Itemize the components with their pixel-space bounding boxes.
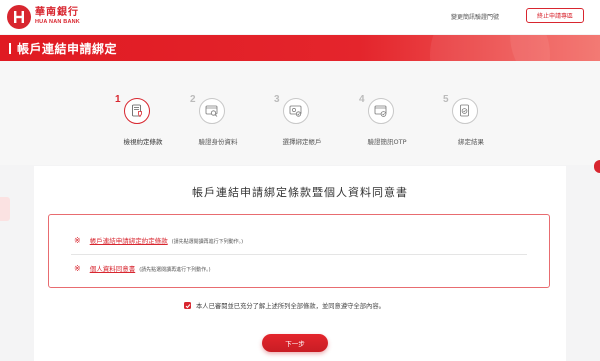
- bank-logo-icon: [7, 5, 31, 29]
- logo-chinese-name: 華南銀行: [35, 7, 79, 19]
- side-decoration: [0, 197, 10, 221]
- term-item: ※ 帳戶連結申請綁定約定條款 (請先點選閱讀再進行下列動作。): [74, 235, 243, 245]
- next-step-button[interactable]: 下一步: [262, 334, 328, 352]
- asterisk-mark-icon: ※: [74, 236, 81, 245]
- personal-data-consent-link[interactable]: 個人資料同意書: [90, 263, 136, 273]
- terms-box: ※ 帳戶連結申請綁定約定條款 (請先點選閱讀再進行下列動作。) ※ 個人資料同意…: [48, 214, 550, 288]
- step-2: 2 驗證身份資料: [178, 94, 258, 154]
- account-select-icon: [283, 98, 309, 124]
- banner-accent-bar: [9, 43, 11, 54]
- step-number: 4: [359, 94, 365, 105]
- page-title-banner: 帳戶連結申請綁定: [0, 35, 600, 61]
- term-note: (請先點選閱讀再進行下列動作。): [171, 239, 244, 245]
- agree-label: 本人已審閱並已充分了解上述所列全部條款，並同意遵守全部內容。: [196, 303, 385, 310]
- side-tab-handle[interactable]: [594, 160, 600, 173]
- hua-nan-bank-logo[interactable]: 華南銀行 HUA NAN BANK: [7, 5, 80, 29]
- step-3: 3 選擇綁定帳戶: [262, 94, 342, 154]
- logo-english-name: HUA NAN BANK: [35, 19, 80, 26]
- page-title: 帳戶連結申請綁定: [17, 42, 118, 56]
- step-label: 綁定結果: [458, 138, 484, 146]
- agree-checkbox[interactable]: [184, 302, 191, 309]
- step-number: 1: [115, 94, 121, 105]
- step-4: 4 驗證簡訊OTP: [347, 94, 427, 154]
- otp-check-icon: [368, 98, 394, 124]
- card-title: 帳戶連結申請綁定條款暨個人資料同意書: [192, 186, 408, 199]
- change-sms-number-link[interactable]: 變更簡訊驗證門號: [451, 12, 499, 21]
- term-note: (請先點選閱讀再進行下列動作。): [139, 267, 211, 273]
- document-shield-icon: [124, 98, 150, 124]
- top-header: 華南銀行 HUA NAN BANK 變更簡訊驗證門號 終止申請專區: [0, 0, 600, 34]
- step-number: 2: [190, 94, 196, 105]
- agree-checkbox-row[interactable]: 本人已審閱並已充分了解上述所列全部條款，並同意遵守全部內容。: [184, 301, 385, 310]
- check-icon: [185, 303, 190, 308]
- step-number: 3: [274, 94, 280, 105]
- account-binding-terms-link[interactable]: 帳戶連結申請綁定約定條款: [90, 235, 168, 245]
- asterisk-mark-icon: ※: [74, 264, 81, 273]
- terms-card: 帳戶連結申請綁定條款暨個人資料同意書 ※ 帳戶連結申請綁定約定條款 (請先點選閱…: [34, 166, 566, 361]
- id-search-icon: [199, 98, 225, 124]
- result-check-icon: [452, 98, 478, 124]
- stop-application-button[interactable]: 終止申請專區: [526, 8, 584, 23]
- step-5: 5 綁定結果: [431, 94, 511, 154]
- step-number: 5: [443, 94, 449, 105]
- term-item: ※ 個人資料同意書 (請先點選閱讀再進行下列動作。): [74, 263, 211, 273]
- banner-decoration: [510, 35, 600, 61]
- divider: [71, 254, 527, 255]
